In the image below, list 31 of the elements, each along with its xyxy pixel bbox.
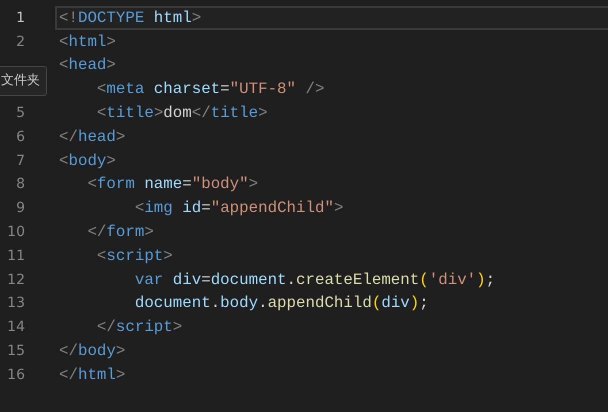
code-line: </form> <box>86 223 154 242</box>
line-number: 11 <box>7 248 25 264</box>
code-line: </body> <box>59 342 126 360</box>
line-number: 10 <box>7 224 25 240</box>
line-number: 15 <box>7 343 25 360</box>
line-number: 8 <box>16 176 25 192</box>
code-line: <img id="appendChild"> <box>134 199 344 218</box>
code-line: </head> <box>59 128 126 146</box>
code-line: </script> <box>96 318 182 336</box>
code-line: document.body.appendChild(div); <box>134 294 429 312</box>
code-line: <meta charset="UTF-8" /> <box>96 80 324 98</box>
line-number: 6 <box>16 128 25 145</box>
code-line: </html> <box>59 366 126 384</box>
line-number: 9 <box>16 200 25 216</box>
code-line: <body> <box>59 152 116 170</box>
line-number: 16 <box>7 366 25 383</box>
code-line: var div=document.createElement('div'); <box>134 270 496 289</box>
line-number: 13 <box>7 295 25 312</box>
line-number: 12 <box>7 272 25 288</box>
code-line: <html> <box>59 32 116 51</box>
line-number: 7 <box>16 152 25 169</box>
line-number: 5 <box>16 105 25 122</box>
code-line: <form name="body"> <box>86 175 258 194</box>
code-line: <script> <box>96 246 173 265</box>
code-line: <!DOCTYPE html> <box>59 8 202 27</box>
line-number: 1 <box>16 10 25 26</box>
code-line: <head> <box>59 56 116 74</box>
tooltip: 文件夹 <box>0 66 47 96</box>
line-number: 2 <box>16 34 25 50</box>
line-number: 14 <box>7 319 25 336</box>
code-line: <title>dom</title> <box>96 104 268 122</box>
